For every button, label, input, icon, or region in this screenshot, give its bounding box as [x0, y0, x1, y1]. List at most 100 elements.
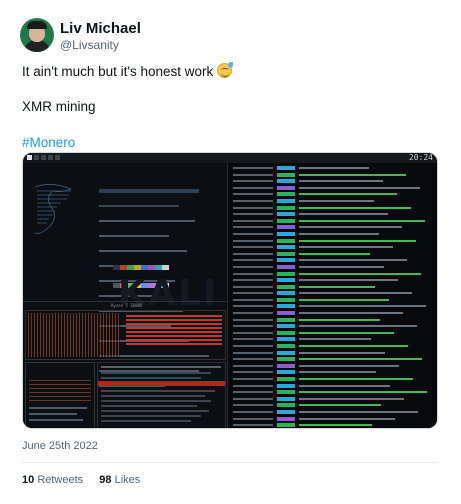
log-row [233, 409, 437, 417]
log-row [233, 377, 437, 384]
log-level-tag [277, 370, 295, 375]
log-row [233, 166, 437, 173]
log-message [299, 206, 411, 209]
log-row [233, 185, 437, 193]
log-timestamp [233, 351, 273, 354]
log-timestamp [233, 404, 273, 407]
memory-panel [25, 362, 95, 428]
log-timestamp [233, 246, 273, 249]
retweet-count[interactable]: 10 [22, 474, 34, 486]
log-timestamp [233, 410, 273, 413]
log-row [233, 291, 437, 298]
log-level-tag [277, 258, 295, 263]
avatar[interactable] [20, 18, 54, 52]
log-message [299, 298, 389, 301]
log-timestamp [233, 292, 273, 295]
like-label[interactable]: Likes [115, 474, 141, 486]
log-timestamp [233, 272, 273, 275]
log-message [299, 410, 418, 413]
log-level-tag [277, 396, 295, 401]
tweet-card: Liv Michael @Livsanity It ain't much but… [0, 0, 461, 504]
log-level-tag [277, 245, 295, 250]
xmrig-log-pane [229, 163, 437, 428]
log-timestamp [233, 180, 273, 183]
log-timestamp [233, 206, 273, 209]
log-level-tag [277, 311, 295, 316]
log-message [299, 226, 402, 229]
log-timestamp [233, 259, 273, 262]
log-message [299, 265, 384, 268]
author-name[interactable]: Liv Michael [60, 20, 141, 37]
clock: 20:24 [408, 153, 433, 162]
log-timestamp [233, 424, 273, 427]
grinning-face-with-sweat-icon [217, 62, 234, 78]
log-message [299, 351, 385, 354]
tweet-text-line-2: XMR mining [22, 99, 96, 114]
selected-process-row[interactable] [98, 381, 225, 386]
log-timestamp [233, 384, 273, 387]
engagement-stats: 10 Retweets 98 Likes [22, 474, 140, 486]
cpu-panel [25, 310, 226, 360]
log-row [233, 357, 437, 364]
log-level-tag [277, 225, 295, 230]
log-timestamp [233, 285, 273, 288]
log-row [233, 198, 437, 206]
log-message [299, 338, 371, 341]
log-message [299, 378, 413, 380]
log-message [299, 424, 372, 427]
log-level-tag [277, 350, 295, 355]
log-level-tag [277, 218, 295, 223]
log-row [233, 271, 437, 279]
log-timestamp [233, 167, 273, 169]
log-level-tag [277, 330, 295, 335]
log-level-tag [277, 403, 295, 408]
log-row [233, 212, 437, 219]
log-message [299, 246, 393, 249]
log-level-tag [277, 416, 295, 421]
log-message [299, 173, 406, 176]
hashtag-link[interactable]: #Monero [22, 135, 75, 150]
author-handle[interactable]: @Livsanity [60, 38, 119, 52]
log-timestamp [233, 345, 273, 348]
log-level-tag [277, 198, 295, 203]
log-level-tag [277, 284, 295, 289]
log-level-tag [277, 271, 295, 276]
log-row [233, 278, 437, 285]
log-row [233, 179, 437, 186]
log-timestamp [233, 298, 273, 301]
log-row [233, 192, 437, 199]
like-count[interactable]: 98 [99, 474, 111, 486]
log-timestamp [233, 338, 273, 341]
btop-cpu-title: Ryzen 5 3600U [111, 303, 143, 308]
log-level-tag [277, 185, 295, 190]
desktop-topbar: 20:24 [23, 153, 437, 163]
log-row [233, 251, 437, 259]
log-level-tag [277, 251, 295, 256]
log-level-tag [277, 264, 295, 269]
retweet-label[interactable]: Retweets [37, 474, 83, 486]
process-list[interactable] [97, 362, 226, 428]
log-message [299, 199, 374, 202]
log-timestamp [233, 213, 273, 216]
btop-monitor: Ryzen 5 3600U [23, 301, 228, 428]
attached-image[interactable]: 20:24 KALI Ryzen 5 3600U [22, 152, 438, 429]
log-message [299, 371, 376, 374]
log-level-tag [277, 324, 295, 329]
tweet-date[interactable]: June 25th 2022 [22, 440, 98, 452]
log-level-tag [277, 192, 295, 197]
log-message [299, 312, 403, 315]
log-timestamp [233, 226, 273, 229]
log-message [299, 391, 427, 394]
log-message [299, 213, 388, 216]
log-message [299, 358, 422, 361]
log-timestamp [233, 239, 273, 242]
log-row [233, 416, 437, 424]
log-row [233, 423, 437, 428]
log-level-tag [277, 172, 295, 177]
log-timestamp [233, 391, 273, 394]
log-timestamp [233, 312, 273, 315]
log-row [233, 390, 437, 397]
log-row [233, 311, 437, 318]
log-row [233, 403, 437, 410]
log-level-tag [277, 179, 295, 184]
